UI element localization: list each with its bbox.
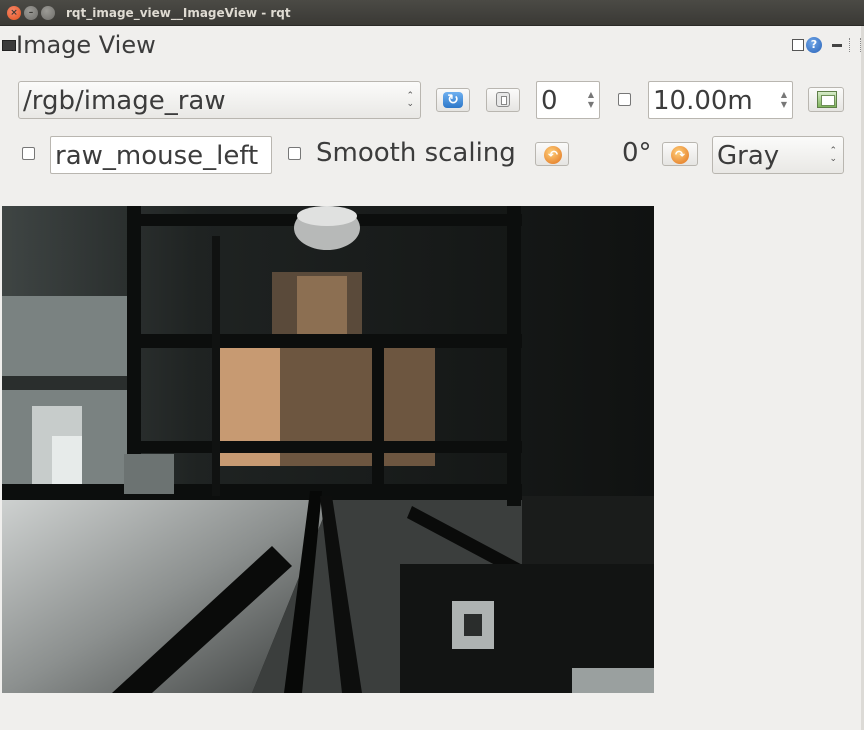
plugin-icon xyxy=(2,40,16,51)
topic-select-value: /rgb/image_raw xyxy=(23,86,226,116)
dock-title: Image View xyxy=(16,31,156,59)
timeout-checkbox[interactable] xyxy=(618,93,631,106)
refresh-topics-button[interactable]: ↻ xyxy=(436,88,470,112)
help-icon[interactable]: ? xyxy=(806,37,822,53)
refresh-icon: ↻ xyxy=(443,92,463,108)
rotate-left-button[interactable]: ↶ xyxy=(535,142,569,166)
rotate-right-button[interactable]: ↷ xyxy=(662,142,698,166)
save-image-button[interactable] xyxy=(808,87,844,112)
queue-spinbox-value: 0 xyxy=(541,86,558,116)
queue-spinbox[interactable]: 0 ▲ ▼ xyxy=(536,81,600,119)
color-scheme-value: Gray xyxy=(717,141,780,171)
maximize-window-button[interactable] xyxy=(41,6,55,20)
rotation-label: 0° xyxy=(622,138,652,168)
timeout-spinbox[interactable]: 10.00m ▲ ▼ xyxy=(648,81,793,119)
camera-image[interactable] xyxy=(2,206,654,693)
color-scheme-arrows-icon: ⌃ ⌄ xyxy=(829,146,837,164)
topic-select[interactable]: /rgb/image_raw ⌃ ⌄ xyxy=(18,81,421,119)
close-window-button[interactable]: × xyxy=(7,6,21,20)
status-bar xyxy=(0,693,864,730)
pause-button[interactable] xyxy=(486,88,520,112)
minimize-dock-icon[interactable] xyxy=(832,44,842,47)
mouse-topic-input[interactable]: raw_mouse_left xyxy=(50,136,272,174)
smooth-scaling-label: Smooth scaling xyxy=(316,138,516,168)
float-dock-icon[interactable] xyxy=(849,38,861,52)
publish-mouse-checkbox[interactable] xyxy=(22,147,35,160)
camera-image-graphic xyxy=(2,206,654,693)
color-scheme-select[interactable]: Gray ⌃ ⌄ xyxy=(712,136,844,174)
combo-arrows-icon: ⌃ ⌄ xyxy=(406,91,414,109)
mouse-topic-value: raw_mouse_left xyxy=(55,141,259,171)
rotate-right-icon: ↷ xyxy=(671,146,689,164)
pause-icon xyxy=(496,92,510,107)
rotate-left-icon: ↶ xyxy=(544,146,562,164)
minimize-window-button[interactable]: – xyxy=(24,6,38,20)
spin-arrows-icon[interactable]: ▲ ▼ xyxy=(588,90,594,110)
timeout-arrows-icon[interactable]: ▲ ▼ xyxy=(781,90,787,110)
window-titlebar: × – rqt_image_view__ImageView - rqt xyxy=(0,0,864,26)
save-image-icon xyxy=(817,91,837,108)
smooth-scaling-checkbox[interactable] xyxy=(288,147,301,160)
timeout-spinbox-value: 10.00m xyxy=(653,86,753,116)
window-title: rqt_image_view__ImageView - rqt xyxy=(66,6,291,20)
reload-plugin-icon[interactable] xyxy=(792,39,804,51)
